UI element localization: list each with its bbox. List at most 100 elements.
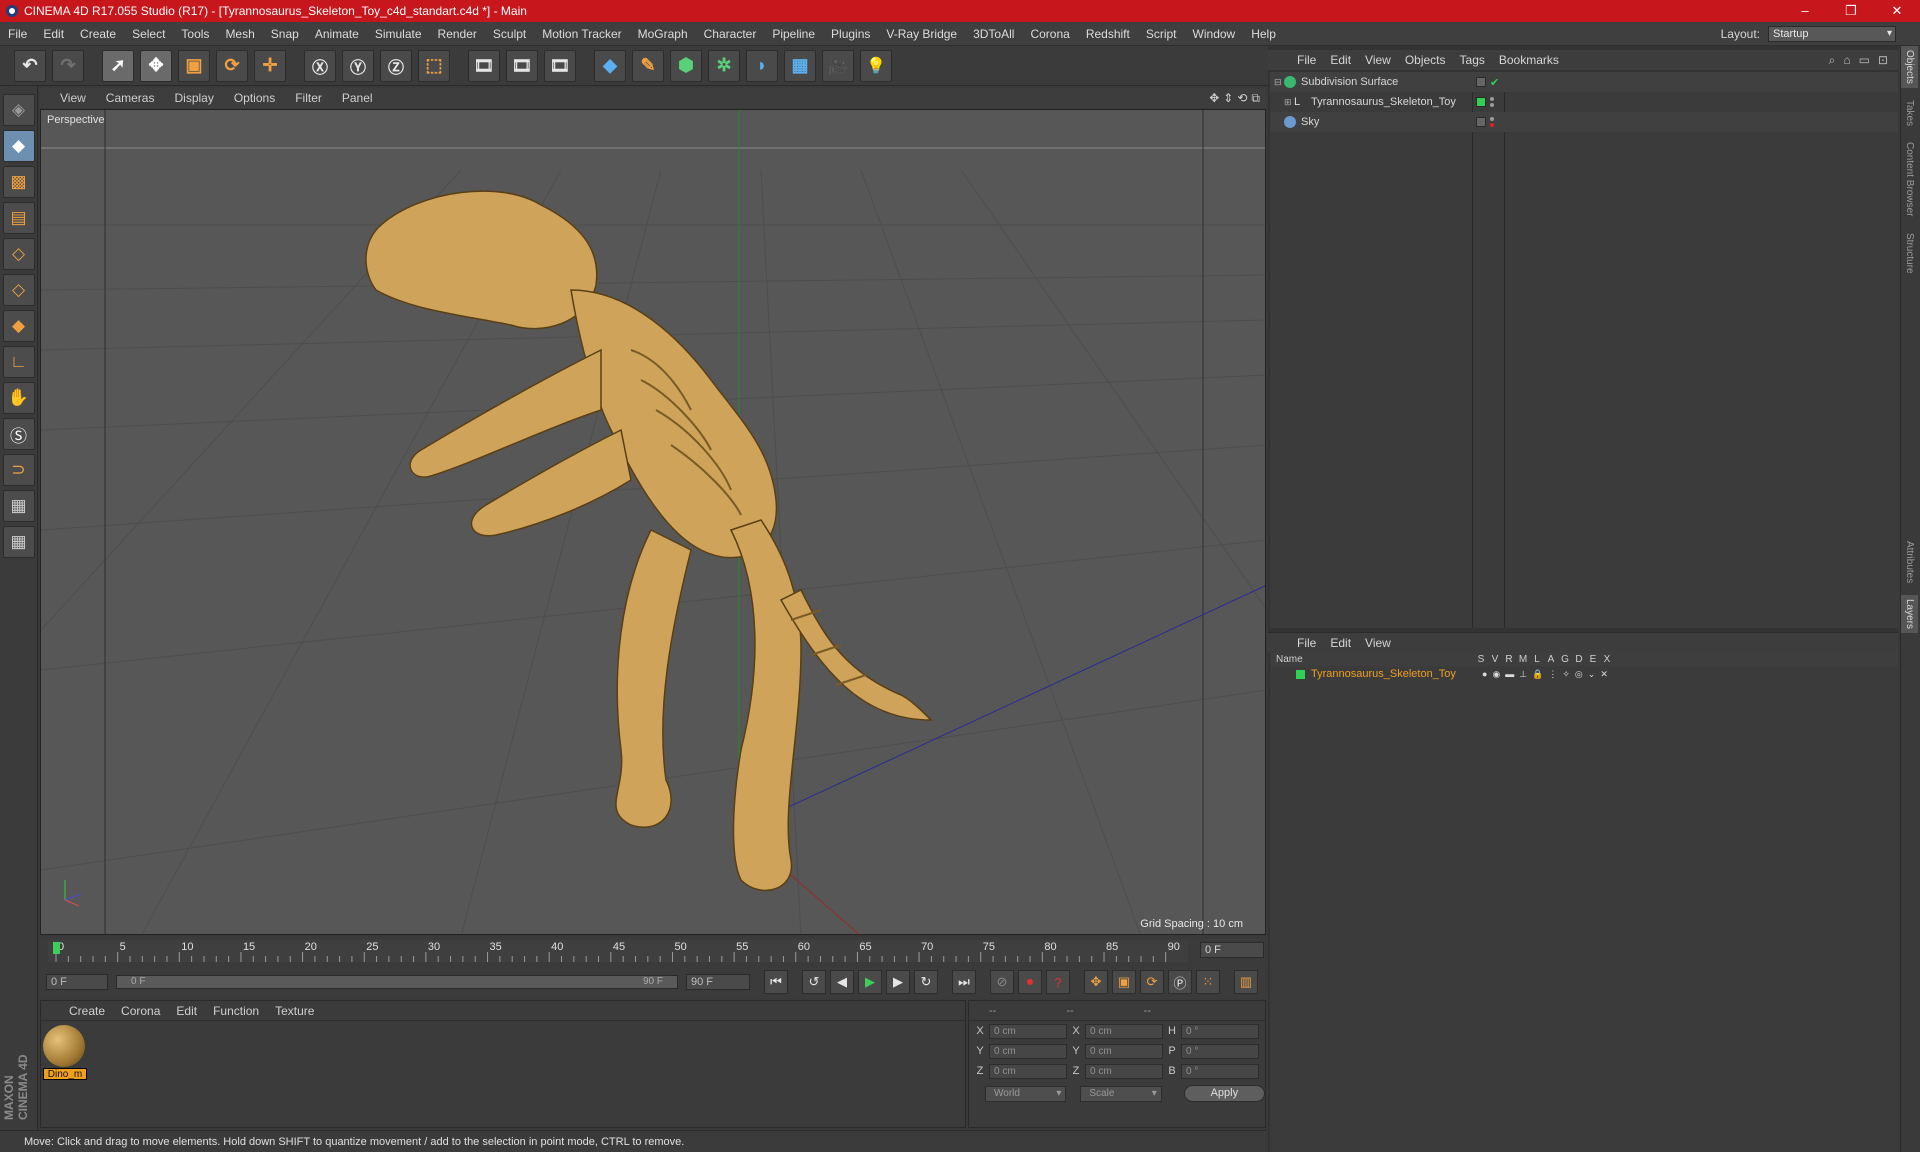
mat-menu-corona[interactable]: Corona [113, 1004, 168, 1018]
live-selection-icon[interactable]: ➚ [102, 49, 134, 82]
lock-toggle-icon[interactable]: 🔒 [1532, 669, 1543, 680]
array-mograph-icon[interactable]: ✲ [708, 49, 740, 82]
solo-mode-icon[interactable]: Ⓢ [2, 418, 35, 450]
menu-motion-tracker[interactable]: Motion Tracker [534, 27, 629, 41]
mat-menu-create[interactable]: Create [61, 1004, 113, 1018]
collapse-icon[interactable]: ▭ [1859, 53, 1870, 68]
polygons-mode-icon[interactable]: ◆ [2, 310, 35, 342]
menu-simulate[interactable]: Simulate [367, 27, 430, 41]
rotation-h-field[interactable]: 0 ° [1181, 1023, 1259, 1039]
menu-create[interactable]: Create [72, 27, 124, 41]
visibility-dots[interactable] [1490, 117, 1494, 127]
zoom-icon[interactable]: ⇕ [1223, 91, 1233, 106]
vp-menu-panel[interactable]: Panel [332, 91, 383, 105]
current-frame-field[interactable]: 0 F [1200, 942, 1264, 958]
menu-script[interactable]: Script [1138, 27, 1185, 41]
viewport-perspective[interactable]: Perspective Grid Spacing : 10 cm [40, 109, 1266, 935]
autokey-icon[interactable]: ⏺ [1018, 970, 1042, 994]
generator-toggle-icon[interactable]: ✧ [1562, 669, 1570, 680]
expression-toggle-icon[interactable]: ⌄ [1588, 669, 1596, 680]
menu-tools[interactable]: Tools [173, 27, 217, 41]
coordinate-space-dropdown[interactable]: World [985, 1085, 1067, 1102]
layer-color-swatch[interactable] [1296, 669, 1305, 679]
key-position-icon[interactable]: ✥ [1084, 970, 1108, 994]
start-frame-field[interactable]: 0 F [46, 974, 108, 990]
next-frame-icon[interactable]: ▶ [886, 970, 910, 994]
obj-menu-file[interactable]: File [1290, 53, 1323, 67]
search-icon[interactable]: ⌕ [1829, 53, 1836, 68]
minimize-icon[interactable]: – [1782, 3, 1828, 19]
tab-takes[interactable]: Takes [1901, 96, 1918, 130]
object-row-sky[interactable]: Sky [1270, 112, 1898, 132]
menu-corona[interactable]: Corona [1022, 27, 1077, 41]
menu-select[interactable]: Select [124, 27, 173, 41]
menu-render[interactable]: Render [430, 27, 485, 41]
menu-animate[interactable]: Animate [307, 27, 367, 41]
animation-toggle-icon[interactable]: ⋮ [1548, 669, 1557, 680]
menu-vray-bridge[interactable]: V-Ray Bridge [878, 27, 965, 41]
layer-swatch[interactable] [1476, 97, 1486, 107]
layer-swatch[interactable] [1476, 117, 1486, 127]
timeline-ruler[interactable]: 0 5 10 15 20 25 30 35 40 45 50 55 60 65 70 75 80 85 90 [48, 940, 1188, 962]
render-settings-icon[interactable]: 🎞 [544, 49, 576, 82]
position-z-field[interactable]: 0 cm [989, 1063, 1067, 1079]
enabled-check-icon[interactable]: ✔ [1490, 76, 1499, 89]
tab-attributes[interactable]: Attributes [1901, 537, 1918, 587]
redo-icon[interactable]: ↷ [52, 49, 84, 82]
go-to-end-icon[interactable]: ⏭ [952, 970, 976, 994]
edges-mode-icon[interactable]: ◇ [2, 274, 35, 306]
menu-plugins[interactable]: Plugins [823, 27, 878, 41]
undo-icon[interactable]: ↶ [14, 49, 46, 82]
key-rotation-icon[interactable]: ⟳ [1140, 970, 1164, 994]
light-icon[interactable]: 💡 [860, 49, 892, 82]
record-keys-icon[interactable]: ⊘ [990, 970, 1014, 994]
xref-toggle-icon[interactable]: ✕ [1600, 669, 1608, 680]
previous-key-icon[interactable]: ↺ [802, 970, 826, 994]
size-x-field[interactable]: 0 cm [1085, 1023, 1163, 1039]
menu-character[interactable]: Character [696, 27, 765, 41]
material-swatch[interactable]: Dino_m [43, 1025, 87, 1080]
view-toggle-icon[interactable]: ◉ [1492, 669, 1500, 680]
position-x-field[interactable]: 0 cm [989, 1023, 1067, 1039]
restore-icon[interactable]: ❐ [1828, 3, 1874, 19]
points-mode-icon[interactable]: ◇ [2, 238, 35, 270]
play-icon[interactable]: ▶ [858, 970, 882, 994]
next-key-icon[interactable]: ↻ [914, 970, 938, 994]
key-pla-icon[interactable]: ⁙ [1196, 970, 1220, 994]
layer-swatch[interactable] [1476, 77, 1486, 87]
end-frame-field[interactable]: 90 F [686, 974, 750, 990]
menu-edit[interactable]: Edit [35, 27, 72, 41]
apply-button[interactable]: Apply [1183, 1085, 1265, 1102]
layer-menu-file[interactable]: File [1290, 636, 1323, 650]
preview-range-slider[interactable]: 0 F 90 F [116, 975, 678, 989]
vp-menu-options[interactable]: Options [224, 91, 285, 105]
layer-row[interactable]: Tyrannosaurus_Skeleton_Toy ● ◉ ▬ ⊥ 🔒 ⋮ ✧… [1270, 666, 1898, 682]
key-scale-icon[interactable]: ▣ [1112, 970, 1136, 994]
camera-icon[interactable]: 🎥 [822, 49, 854, 82]
obj-menu-tags[interactable]: Tags [1453, 53, 1492, 67]
object-row-tyrannosaurus[interactable]: ⊞ L Tyrannosaurus_Skeleton_Toy [1270, 92, 1898, 112]
menu-file[interactable]: File [0, 27, 35, 41]
home-icon[interactable]: ⌂ [1843, 53, 1850, 68]
render-view-icon[interactable]: 🎞 [468, 49, 500, 82]
menu-snap[interactable]: Snap [263, 27, 307, 41]
layer-menu-view[interactable]: View [1358, 636, 1398, 650]
layout-dropdown[interactable]: Startup [1768, 25, 1896, 42]
maximize-view-icon[interactable]: ⧉ [1251, 91, 1260, 106]
position-y-field[interactable]: 0 cm [989, 1043, 1067, 1059]
coordinate-system-icon[interactable]: ⬚ [418, 49, 450, 82]
scale-tool-icon[interactable]: ▣ [178, 49, 210, 82]
layer-menu-edit[interactable]: Edit [1323, 636, 1358, 650]
cube-object-icon[interactable]: ◆ [594, 49, 626, 82]
subdivision-surface-icon[interactable]: ⬢ [670, 49, 702, 82]
render-picture-viewer-icon[interactable]: 🎞 [506, 49, 538, 82]
size-y-field[interactable]: 0 cm [1085, 1043, 1163, 1059]
workplane-grid-icon[interactable]: ▦ [2, 526, 35, 558]
expand-icon[interactable]: ⊡ [1878, 53, 1888, 68]
tweak-mode-icon[interactable]: ✋ [2, 382, 35, 414]
menu-redshift[interactable]: Redshift [1078, 27, 1138, 41]
visibility-dots[interactable] [1490, 97, 1494, 107]
mat-menu-texture[interactable]: Texture [267, 1004, 322, 1018]
pen-spline-icon[interactable]: ✎ [632, 49, 664, 82]
z-axis-lock-icon[interactable]: Ⓩ [380, 49, 412, 82]
